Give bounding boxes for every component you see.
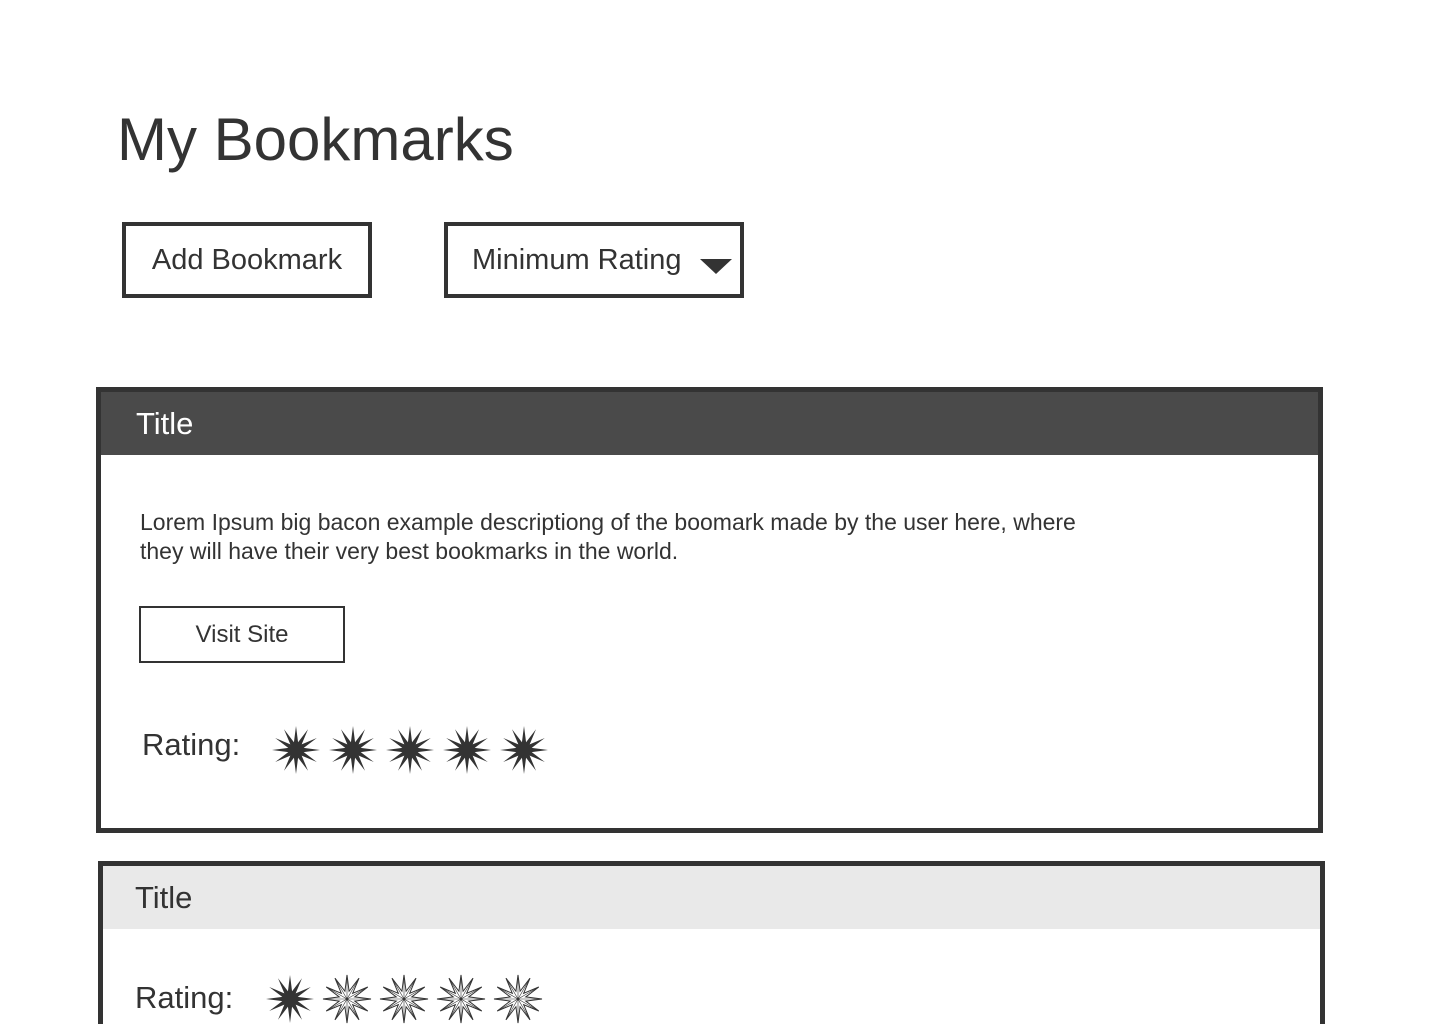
minimum-rating-label: Minimum Rating — [472, 243, 682, 276]
bookmark-card: Title Rating: — [98, 861, 1325, 1024]
add-bookmark-button[interactable]: Add Bookmark — [122, 222, 372, 298]
rating-label: Rating: — [135, 980, 234, 1015]
star-empty-icon[interactable] — [322, 974, 372, 1024]
bookmark-card-header[interactable]: Title — [103, 866, 1320, 929]
bookmark-card: Title Lorem Ipsum big bacon example desc… — [96, 387, 1323, 833]
star-filled-icon[interactable] — [442, 725, 492, 775]
add-bookmark-label: Add Bookmark — [151, 243, 343, 276]
star-rating — [265, 974, 543, 1024]
rating-label: Rating: — [142, 727, 241, 762]
bookmark-title: Title — [135, 879, 193, 915]
visit-site-label: Visit Site — [195, 620, 289, 648]
star-empty-icon[interactable] — [379, 974, 429, 1024]
star-filled-icon[interactable] — [265, 974, 315, 1024]
star-filled-icon[interactable] — [271, 725, 321, 775]
star-rating — [271, 725, 549, 775]
visit-site-button[interactable]: Visit Site — [139, 606, 345, 663]
bookmarks-page: My Bookmarks Add Bookmark Minimum Rating… — [0, 0, 1440, 1024]
minimum-rating-dropdown[interactable]: Minimum Rating — [444, 222, 744, 298]
bookmark-description: Lorem Ipsum big bacon example descriptio… — [140, 509, 1076, 564]
bookmark-title: Title — [136, 405, 194, 441]
page-title: My Bookmarks — [117, 106, 514, 173]
star-empty-icon[interactable] — [493, 974, 543, 1024]
star-filled-icon[interactable] — [385, 725, 435, 775]
star-filled-icon[interactable] — [328, 725, 378, 775]
star-empty-icon[interactable] — [436, 974, 486, 1024]
star-filled-icon[interactable] — [499, 725, 549, 775]
bookmark-card-header[interactable]: Title — [101, 392, 1318, 455]
chevron-down-icon — [700, 259, 732, 274]
